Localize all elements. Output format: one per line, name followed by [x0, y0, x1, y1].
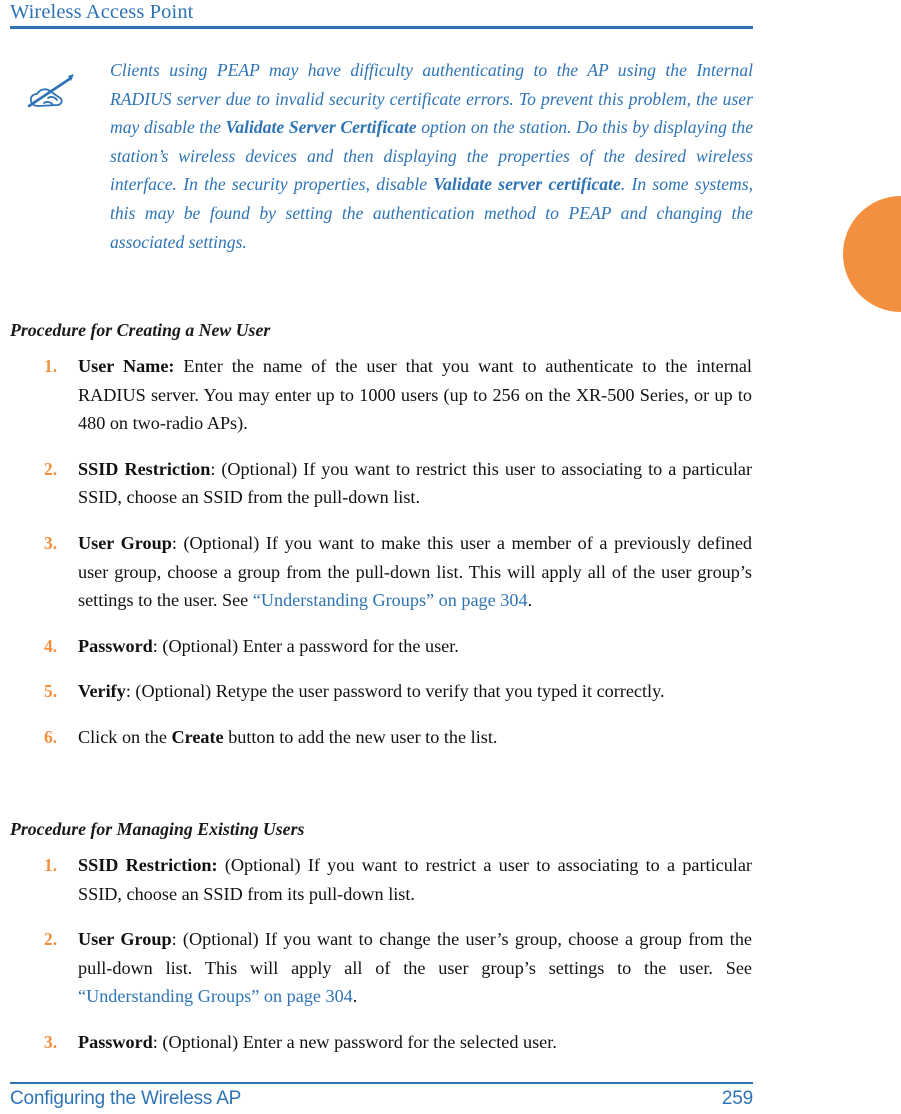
list-item: 3. User Group: (Optional) If you want to… — [0, 529, 760, 615]
list-item-body: User Name: Enter the name of the user th… — [78, 356, 752, 433]
list-item-text: : (Optional) Enter a password for the us… — [152, 635, 459, 656]
list-item-lead: Verify — [78, 681, 126, 702]
footer-divider — [10, 1082, 753, 1084]
list-item-lead: Password — [78, 1031, 153, 1052]
list-item: 2. User Group: (Optional) If you want to… — [0, 925, 760, 1011]
list-item-number: 2. — [44, 458, 58, 479]
heading-procedure-creating-new-user: Procedure for Creating a New User — [10, 320, 271, 340]
list-item-lead: SSID Restriction — [78, 458, 211, 479]
list-item-lead: SSID Restriction: — [78, 855, 218, 875]
list-item-text: button to add the new user to the list. — [223, 726, 498, 747]
list-item-body: SSID Restriction: (Optional) If you want… — [78, 855, 752, 904]
list-item-number: 6. — [44, 726, 58, 747]
list-item-text: : (Optional) If you want to change the u… — [78, 929, 753, 978]
list-item: 1. User Name: Enter the name of the user… — [0, 352, 760, 438]
footer-page-number: 259 — [721, 1088, 753, 1109]
list-item-number: 1. — [44, 855, 58, 875]
list-item: 2. SSID Restriction: (Optional) If you w… — [0, 455, 760, 512]
header-divider — [10, 26, 753, 29]
chapter-thumb-tab — [843, 196, 901, 312]
footer-section-title: Configuring the Wireless AP — [10, 1088, 242, 1109]
list-item-text-after: . — [352, 986, 358, 1007]
list-item-body: Password: (Optional) Enter a password fo… — [78, 636, 459, 656]
list-item-body: Click on the Create button to add the ne… — [78, 727, 497, 747]
list-item-body: User Group: (Optional) If you want to ch… — [78, 929, 752, 1006]
list-item: 4. Password: (Optional) Enter a password… — [0, 632, 760, 661]
note-text: Clients using PEAP may have difficulty a… — [110, 56, 753, 256]
list-item-body: SSID Restriction: (Optional) If you want… — [78, 459, 752, 508]
list-item-lead: User Group — [78, 532, 172, 553]
list-item-text: Enter the name of the user that you want… — [78, 356, 752, 434]
heading-procedure-managing-existing-users: Procedure for Managing Existing Users — [10, 819, 305, 839]
list-item-body: Password: (Optional) Enter a new passwor… — [78, 1032, 557, 1052]
list-item-lead: Password — [78, 635, 153, 656]
list-item-lead: User Group — [78, 929, 172, 950]
note-bold-validate-server-certificate-1: Validate Server Certificate — [225, 117, 417, 138]
page-title: Wireless Access Point — [10, 1, 194, 23]
list-item: 3. Password: (Optional) Enter a new pass… — [0, 1028, 760, 1057]
procedure-list-create: 1. User Name: Enter the name of the user… — [0, 352, 760, 752]
list-item-number: 1. — [44, 356, 58, 376]
list-item-text: : (Optional) Enter a new password for th… — [152, 1031, 557, 1052]
running-footer: Configuring the Wireless AP 259 — [10, 1082, 753, 1110]
list-item: 1. SSID Restriction: (Optional) If you w… — [0, 851, 760, 908]
note-bold-validate-server-certificate-2: Validate server certificate — [433, 174, 621, 195]
list-item-lead-create-button: Create — [171, 726, 224, 747]
list-item-number: 3. — [44, 1031, 58, 1052]
list-item-pre: Click on the — [78, 726, 172, 747]
list-item-number: 2. — [44, 929, 58, 950]
list-item-number: 5. — [44, 681, 58, 702]
list-item-number: 3. — [44, 532, 58, 553]
list-item-body: Verify: (Optional) Retype the user passw… — [78, 681, 665, 701]
procedure-list-manage: 1. SSID Restriction: (Optional) If you w… — [0, 851, 760, 1057]
list-item-number: 4. — [44, 635, 58, 656]
list-item-lead: User Name: — [78, 356, 175, 376]
running-header: Wireless Access Point — [10, 0, 753, 29]
footer-row: Configuring the Wireless AP 259 — [10, 1088, 753, 1110]
list-item-body: User Group: (Optional) If you want to ma… — [78, 533, 752, 610]
list-item: 6. Click on the Create button to add the… — [0, 723, 760, 752]
note-admonition: Clients using PEAP may have difficulty a… — [0, 56, 760, 256]
list-item-text: : (Optional) Retype the user password to… — [125, 681, 665, 702]
cross-reference-understanding-groups[interactable]: “Understanding Groups” on page 304 — [253, 590, 528, 610]
list-item-text-after: . — [527, 590, 533, 611]
list-item: 5. Verify: (Optional) Retype the user pa… — [0, 677, 760, 706]
note-writing-hand-icon — [24, 70, 78, 114]
cross-reference-understanding-groups[interactable]: “Understanding Groups” on page 304 — [78, 986, 353, 1006]
